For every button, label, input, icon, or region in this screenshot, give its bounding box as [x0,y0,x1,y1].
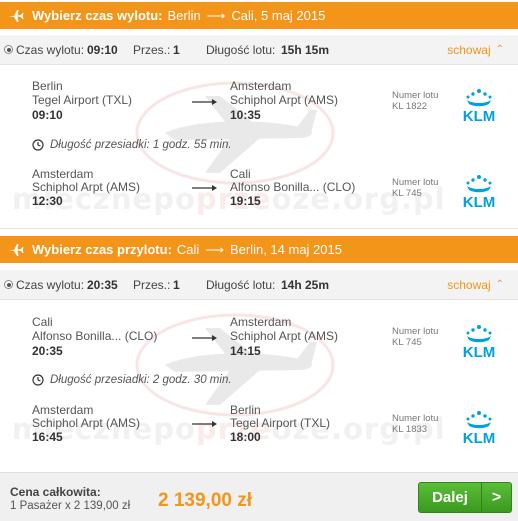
route-arrow-icon: ⟶ [205,241,224,257]
return-header: Wybierz czas przylotu: Cali ⟶ Berlin, 14… [0,236,518,263]
outbound-stops-label: Przes.: [133,42,171,57]
return-stops: 1 [173,277,180,292]
arrow-right-icon [192,99,217,105]
outbound-depart-label: Czas wylotu: [16,42,85,57]
route-arrow-icon: ⟶ [206,7,226,23]
outbound-duration-label: Długość lotu: [206,42,276,57]
flight-number: KL 745 [392,188,422,199]
return-collapse-toggle[interactable]: schowaj ⌃ [447,278,504,292]
to-time: 10:35 [230,108,261,122]
outbound-depart-time: 09:10 [87,42,118,57]
return-to: Berlin, 14 maj 2015 [229,242,342,257]
price-footer: Cena całkowita: 1 Pasażer x 2 139,00 zł … [0,472,518,521]
outbound-to: Cali, 5 maj 2015 [231,8,326,23]
to-airport: Schiphol Arpt (AMS) [230,93,339,107]
clock-icon [32,374,44,386]
outbound-summary[interactable]: Czas wylotu: 09:10 Przes.: 1 Długość lot… [0,35,518,65]
to-city: Amsterdam [230,315,292,329]
to-airport: Tegel Airport (TXL) [230,416,331,430]
from-time: 20:35 [32,344,63,358]
return-duration-label: Długość lotu: [206,277,276,292]
return-duration: 14h 25m [281,277,330,292]
total-price: 2 139,00 zł [158,490,253,511]
chevron-right-icon: > [481,483,511,512]
from-time: 12:30 [32,194,63,208]
from-airport: Schiphol Arpt (AMS) [32,180,141,194]
return-stops-label: Przes.: [133,277,171,292]
from-airport: Tegel Airport (TXL) [32,93,133,107]
outbound-stops: 1 [173,42,180,57]
section-divider [0,228,518,229]
outbound-title: Wybierz czas wylotu: [32,8,163,23]
total-price-label: Cena całkowita: [10,485,101,499]
from-time: 16:45 [32,430,63,444]
arrow-right-icon [192,421,217,427]
flight-number-label: Numer lotu [392,90,439,101]
plane-takeoff-icon [8,8,24,24]
outbound-collapse-toggle[interactable]: schowaj ⌃ [447,43,504,57]
plane-landing-icon [8,242,24,258]
flight-number: KL 1822 [392,101,428,112]
outbound-from: Berlin [167,8,201,23]
to-city: Amsterdam [230,79,292,93]
to-time: 18:00 [230,430,261,444]
svg-text:KLM: KLM [463,344,496,361]
klm-logo: KLM [463,175,496,211]
to-time: 14:15 [230,344,261,358]
clock-icon [32,139,44,151]
from-airport: Alfonso Bonilla... (CLO) [32,329,158,343]
svg-text:KLM: KLM [463,194,496,211]
outbound-radio[interactable] [4,45,13,54]
return-depart-label: Czas wylotu: [16,277,85,292]
to-time: 19:15 [230,194,261,208]
svg-text:KLM: KLM [463,108,496,125]
flight-number-label: Numer lotu [392,177,439,188]
return-layover: Długość przesiadki: 2 godz. 30 min. [32,374,232,386]
to-airport: Schiphol Arpt (AMS) [230,329,339,343]
return-toggle-label: schowaj [447,277,491,292]
klm-logo: KLM [463,325,496,361]
flight-number-label: Numer lotu [392,413,439,424]
from-city: Berlin [32,79,63,93]
outbound-toggle-label: schowaj [447,42,491,57]
from-airport: Schiphol Arpt (AMS) [32,416,141,430]
klm-logo: KLM [463,411,496,447]
arrow-right-icon [192,185,217,191]
klm-logo: KLM [463,89,496,125]
return-radio[interactable] [4,280,13,289]
chevron-up-icon: ⌃ [495,279,504,290]
passenger-line: 1 Pasażer x 2 139,00 zł [10,500,131,512]
next-button[interactable]: Dalej > [418,482,512,513]
flight-number: KL 745 [392,337,422,348]
outbound-duration: 15h 15m [281,42,330,57]
arrow-right-icon [192,335,217,341]
flight-number: KL 1833 [392,424,428,435]
svg-text:KLM: KLM [463,430,496,447]
next-button-label: Dalej [432,489,468,506]
return-depart-time: 20:35 [87,277,118,292]
outbound-header: Wybierz czas wylotu: Berlin ⟶ Cali, 5 ma… [0,2,518,29]
outbound-layover: Długość przesiadki: 1 godz. 55 min. [32,139,232,151]
return-summary[interactable]: Czas wylotu: 20:35 Przes.: 1 Długość lot… [0,270,518,300]
from-time: 09:10 [32,108,63,122]
from-city: Cali [32,315,53,329]
flight-number-label: Numer lotu [392,326,439,337]
return-title: Wybierz czas przylotu: [32,242,172,257]
to-airport: Alfonso Bonilla... (CLO) [230,180,356,194]
chevron-up-icon: ⌃ [495,44,504,55]
return-from: Cali [176,242,200,257]
